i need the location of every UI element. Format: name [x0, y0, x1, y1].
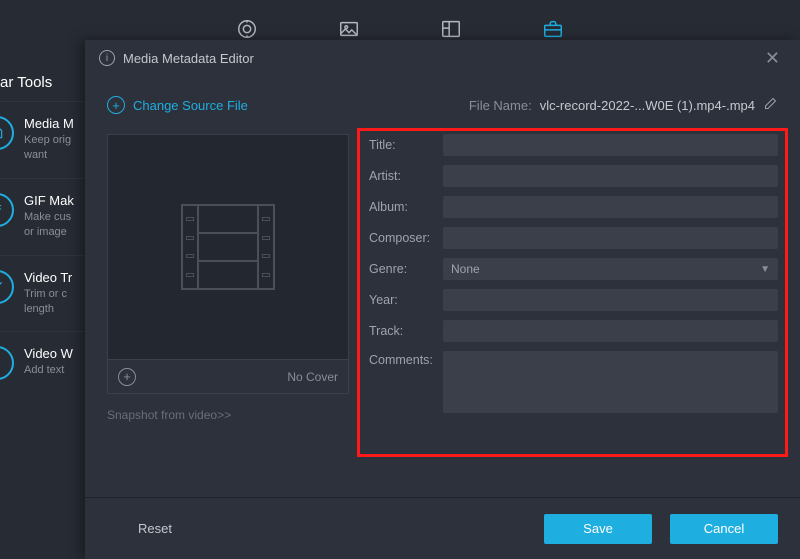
comments-textarea[interactable] [443, 351, 778, 413]
title-label: Title: [369, 138, 443, 152]
tool-item-media-metadata[interactable]: Media M Keep orig want [0, 101, 85, 178]
tool-icon [0, 116, 14, 150]
artist-label: Artist: [369, 169, 443, 183]
plus-icon: + [107, 96, 125, 114]
snapshot-from-video-link[interactable]: Snapshot from video>> [107, 408, 349, 422]
title-input[interactable] [443, 134, 778, 156]
tool-icon [0, 346, 14, 380]
film-frame-icon [181, 204, 275, 290]
tool-title: Video Tr [24, 270, 77, 285]
filename-value: vlc-record-2022-...W0E (1).mp4-.mp4 [540, 98, 755, 113]
cover-footer: + No Cover [107, 360, 349, 394]
filename-label: File Name: [469, 98, 532, 113]
tool-desc: Trim or c length [24, 287, 77, 318]
tool-desc: Keep orig want [24, 133, 77, 164]
tool-icon [0, 270, 14, 304]
cover-panel: + No Cover Snapshot from video>> [107, 134, 349, 497]
track-input[interactable] [443, 320, 778, 342]
change-source-button[interactable]: + Change Source File [107, 96, 248, 114]
year-label: Year: [369, 293, 443, 307]
layout-icon[interactable] [440, 18, 462, 40]
cover-preview [107, 134, 349, 360]
year-input[interactable] [443, 289, 778, 311]
modal-header: i Media Metadata Editor ✕ [85, 40, 800, 76]
artist-input[interactable] [443, 165, 778, 187]
metadata-form: Title: Artist: Album: Composer: Genre: N… [369, 134, 778, 497]
close-icon[interactable]: ✕ [759, 44, 786, 73]
filename-display: File Name: vlc-record-2022-...W0E (1).mp… [469, 96, 778, 114]
composer-label: Composer: [369, 231, 443, 245]
album-input[interactable] [443, 196, 778, 218]
reset-button[interactable]: Reset [107, 514, 203, 544]
tool-item-video-watermark[interactable]: Video W Add text [0, 331, 85, 394]
tool-desc: Add text [24, 363, 73, 378]
modal-toolbar: + Change Source File File Name: vlc-reco… [85, 76, 800, 124]
tool-title: Video W [24, 346, 73, 361]
genre-select[interactable]: None ▼ [443, 258, 778, 280]
genre-label: Genre: [369, 262, 443, 276]
modal-footer: Reset Save Cancel [85, 497, 800, 559]
toolbox-icon[interactable] [542, 18, 564, 40]
play-circle-icon[interactable] [236, 18, 258, 40]
sidebar-heading: ar Tools [0, 58, 85, 101]
album-label: Album: [369, 200, 443, 214]
tool-desc: Make cus or image [24, 210, 77, 241]
edit-filename-icon[interactable] [763, 96, 778, 114]
tool-icon: IF [0, 193, 14, 227]
save-button[interactable]: Save [544, 514, 652, 544]
tool-title: GIF Mak [24, 193, 77, 208]
modal-body: + No Cover Snapshot from video>> Title: … [85, 124, 800, 497]
sidebar: ar Tools Media M Keep orig want IF GIF M… [0, 58, 85, 559]
image-icon[interactable] [338, 18, 360, 40]
tool-item-gif-maker[interactable]: IF GIF Mak Make cus or image [0, 178, 85, 255]
change-source-label: Change Source File [133, 98, 248, 113]
tool-item-video-trim[interactable]: Video Tr Trim or c length [0, 255, 85, 332]
composer-input[interactable] [443, 227, 778, 249]
tool-title: Media M [24, 116, 77, 131]
chevron-down-icon: ▼ [760, 264, 770, 275]
genre-value: None [451, 262, 480, 276]
no-cover-label: No Cover [287, 370, 338, 384]
add-cover-button[interactable]: + [118, 368, 136, 386]
comments-label: Comments: [369, 351, 443, 367]
cancel-button[interactable]: Cancel [670, 514, 778, 544]
metadata-editor-modal: i Media Metadata Editor ✕ + Change Sourc… [85, 40, 800, 559]
info-icon: i [99, 50, 115, 66]
modal-title: Media Metadata Editor [123, 51, 254, 66]
track-label: Track: [369, 324, 443, 338]
